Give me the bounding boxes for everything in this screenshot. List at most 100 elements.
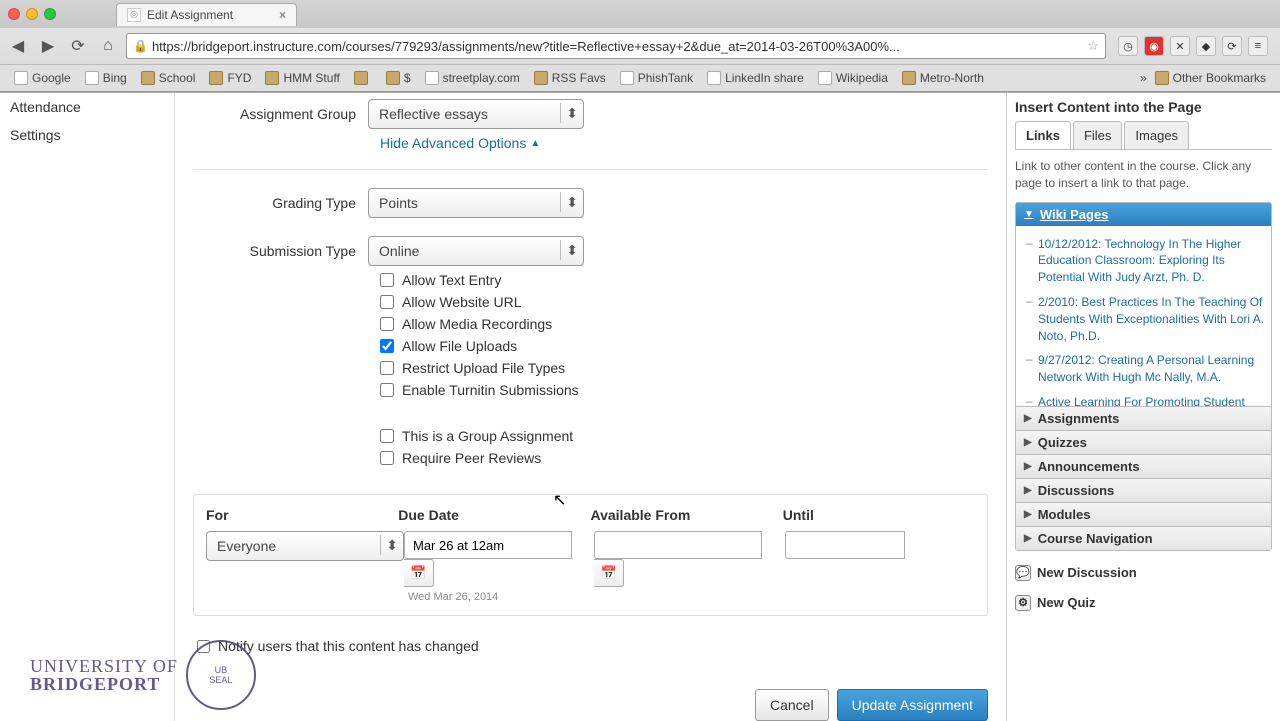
accordion-discussions[interactable]: ▶Discussions	[1016, 479, 1271, 502]
extension-icon[interactable]: ◆	[1196, 36, 1216, 56]
window-titlebar: ◎ Edit Assignment ×	[0, 0, 1280, 28]
wiki-page-link[interactable]: 2/2010: Best Practices In The Teaching O…	[1016, 290, 1271, 348]
menu-icon[interactable]: ≡	[1248, 36, 1268, 56]
back-button[interactable]: ◀	[6, 34, 30, 58]
allow-media-recordings-label: Allow Media Recordings	[402, 316, 552, 332]
for-select[interactable]: Everyone	[206, 531, 404, 561]
minimize-window-icon[interactable]	[26, 8, 38, 20]
wiki-page-link[interactable]: 10/12/2012: Technology In The Higher Edu…	[1016, 232, 1271, 290]
restrict-file-types-checkbox[interactable]	[380, 361, 394, 375]
favicon-icon	[425, 71, 439, 85]
favicon-icon: ◎	[127, 8, 141, 22]
allow-website-url-checkbox[interactable]	[380, 295, 394, 309]
allow-media-recordings-checkbox[interactable]	[380, 317, 394, 331]
home-button[interactable]: ⌂	[96, 34, 120, 58]
accordion-modules[interactable]: ▶Modules	[1016, 503, 1271, 526]
tab-links[interactable]: Links	[1015, 121, 1071, 149]
extension-icon[interactable]: ⟳	[1222, 36, 1242, 56]
allow-text-entry-label: Allow Text Entry	[402, 272, 501, 288]
allow-text-entry-checkbox[interactable]	[380, 273, 394, 287]
update-assignment-button[interactable]: Update Assignment	[837, 689, 988, 721]
bookmark-item[interactable]	[348, 69, 378, 87]
submission-type-select[interactable]: Online	[368, 236, 584, 266]
reload-button[interactable]: ⟳	[66, 34, 90, 58]
url-text: https://bridgeport.instructure.com/cours…	[152, 39, 900, 54]
forward-button[interactable]: ▶	[36, 34, 60, 58]
bookmark-item[interactable]: streetplay.com	[419, 69, 526, 87]
bookmark-item[interactable]: $	[380, 69, 417, 87]
available-from-input[interactable]	[594, 531, 762, 559]
insert-content-panel: Insert Content into the Page Links Files…	[1006, 93, 1280, 721]
hide-advanced-link[interactable]: Hide Advanced Options ▲	[380, 135, 540, 151]
accordion-announcements[interactable]: ▶Announcements	[1016, 455, 1271, 478]
due-date-input[interactable]	[404, 531, 572, 559]
bookmark-item[interactable]: HMM Stuff	[259, 69, 345, 87]
wiki-page-link[interactable]: Active Learning For Promoting Student	[1016, 390, 1271, 406]
triangle-right-icon: ▶	[1024, 485, 1032, 496]
wiki-page-link[interactable]: 9/27/2012: Creating A Personal Learning …	[1016, 348, 1271, 390]
triangle-right-icon: ▶	[1024, 413, 1032, 424]
bookmarks-bar: Google Bing School FYD HMM Stuff $ stree…	[0, 64, 1280, 92]
due-date-helper: Wed Mar 26, 2014	[408, 591, 594, 603]
quiz-icon: ⚙	[1015, 595, 1031, 611]
bookmark-item[interactable]: RSS Favs	[528, 69, 612, 87]
tab-close-icon[interactable]: ×	[279, 8, 286, 22]
bookmark-item[interactable]: LinkedIn share	[701, 69, 810, 87]
bookmarks-overflow-icon[interactable]: »	[1140, 71, 1147, 85]
triangle-right-icon: ▶	[1024, 533, 1032, 544]
folder-icon	[1155, 71, 1169, 85]
close-window-icon[interactable]	[8, 8, 20, 20]
extension-icon[interactable]: ◉	[1144, 36, 1164, 56]
bookmark-item[interactable]: Bing	[79, 69, 133, 87]
folder-icon	[386, 71, 400, 85]
bookmark-item[interactable]: FYD	[203, 69, 257, 87]
extension-icon[interactable]: ◷	[1118, 36, 1138, 56]
bookmark-item[interactable]: Metro-North	[896, 69, 990, 87]
assignment-group-select[interactable]: Reflective essays	[368, 99, 584, 129]
zoom-window-icon[interactable]	[44, 8, 56, 20]
tab-files[interactable]: Files	[1073, 121, 1122, 149]
favicon-icon	[85, 71, 99, 85]
accordion-assignments[interactable]: ▶Assignments	[1016, 407, 1271, 430]
nav-item-settings[interactable]: Settings	[0, 121, 174, 149]
allow-website-url-label: Allow Website URL	[402, 294, 522, 310]
nav-item-attendance[interactable]: Attendance	[0, 93, 174, 121]
new-quiz-link[interactable]: ⚙New Quiz	[1015, 595, 1272, 611]
bookmark-item[interactable]: Wikipedia	[812, 69, 894, 87]
group-assignment-checkbox[interactable]	[380, 429, 394, 443]
accordion-wiki-pages[interactable]: ▼Wiki Pages	[1016, 203, 1271, 226]
bookmark-item[interactable]: PhishTank	[614, 69, 699, 87]
bookmark-star-icon[interactable]: ☆	[1087, 38, 1099, 54]
triangle-down-icon: ▼	[1024, 209, 1034, 220]
favicon-icon	[818, 71, 832, 85]
peer-reviews-checkbox[interactable]	[380, 451, 394, 465]
folder-icon	[209, 71, 223, 85]
url-bar[interactable]: 🔒 https://bridgeport.instructure.com/cou…	[126, 33, 1106, 59]
bookmark-item[interactable]: Google	[8, 69, 77, 87]
new-discussion-link[interactable]: 💬New Discussion	[1015, 565, 1272, 581]
folder-icon	[265, 71, 279, 85]
until-input[interactable]	[785, 531, 905, 559]
group-assignment-label: This is a Group Assignment	[402, 428, 573, 444]
calendar-icon[interactable]: 📅	[594, 559, 624, 587]
allow-file-uploads-checkbox[interactable]	[380, 339, 394, 353]
browser-tab[interactable]: ◎ Edit Assignment ×	[116, 3, 297, 26]
extension-icon[interactable]: ✕	[1170, 36, 1190, 56]
divider	[193, 169, 988, 170]
bookmark-item[interactable]: School	[135, 69, 202, 87]
folder-icon	[902, 71, 916, 85]
folder-icon	[141, 71, 155, 85]
other-bookmarks[interactable]: Other Bookmarks	[1149, 69, 1272, 87]
browser-chrome: ◎ Edit Assignment × ◀ ▶ ⟳ ⌂ 🔒 https://br…	[0, 0, 1280, 93]
submission-type-label: Submission Type	[193, 243, 368, 259]
triangle-right-icon: ▶	[1024, 437, 1032, 448]
accordion-course-navigation[interactable]: ▶Course Navigation	[1016, 527, 1271, 550]
enable-turnitin-checkbox[interactable]	[380, 383, 394, 397]
notify-users-checkbox[interactable]	[197, 640, 210, 653]
grading-type-select[interactable]: Points	[368, 188, 584, 218]
tab-images[interactable]: Images	[1124, 121, 1189, 149]
for-header: For	[206, 507, 398, 523]
cancel-button[interactable]: Cancel	[755, 689, 829, 721]
accordion-quizzes[interactable]: ▶Quizzes	[1016, 431, 1271, 454]
calendar-icon[interactable]: 📅	[404, 559, 434, 587]
